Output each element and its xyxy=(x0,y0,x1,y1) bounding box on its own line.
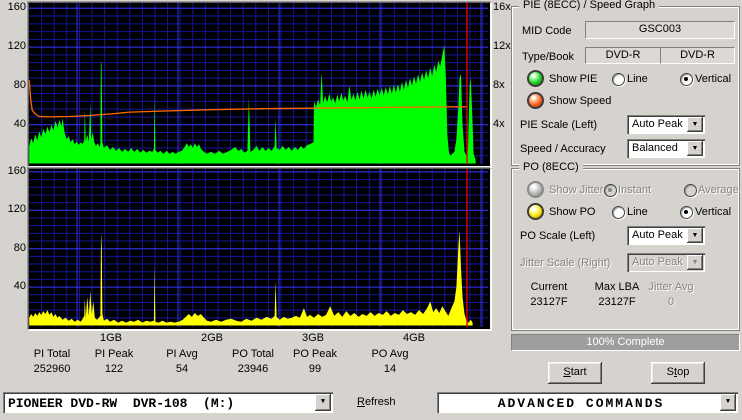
type-field: DVD-R xyxy=(585,47,661,64)
refresh-button[interactable]: Refresh xyxy=(357,396,396,408)
show-pie-led[interactable] xyxy=(527,70,544,87)
po-vertical-label[interactable]: Vertical xyxy=(695,206,731,218)
x-axis-tick: 1GB xyxy=(99,332,122,344)
pie-groupbox-title: PIE (8ECC) / Speed Graph xyxy=(519,0,660,11)
chevron-down-icon[interactable]: ▼ xyxy=(687,228,703,243)
show-jitter-label: Show Jitter xyxy=(549,184,604,196)
stat-po-avg: PO Avg 14 xyxy=(371,348,409,375)
po-line-radio[interactable] xyxy=(612,206,625,219)
show-pie-label: Show PIE xyxy=(549,73,598,85)
chevron-down-icon: ▼ xyxy=(687,255,703,270)
jitter-scale-label: Jitter Scale (Right) xyxy=(520,257,611,269)
pie-speed-graph xyxy=(28,3,488,164)
pie-vertical-radio[interactable] xyxy=(680,73,693,86)
jitter-instant-radio xyxy=(604,184,617,197)
show-jitter-led xyxy=(527,181,544,198)
jitter-avg-value: 0 xyxy=(667,296,675,308)
speed-accuracy-label: Speed / Accuracy xyxy=(520,143,606,155)
show-po-led[interactable] xyxy=(527,203,544,220)
current-label: Current xyxy=(530,281,568,293)
po-graph-panel xyxy=(28,168,491,330)
y-axis-tick: 40 xyxy=(13,280,26,292)
chevron-down-icon[interactable]: ▼ xyxy=(315,394,331,411)
stop-button[interactable]: Stop xyxy=(651,362,705,384)
progress-text: 100% Complete xyxy=(586,336,665,348)
book-field: DVD-R xyxy=(660,47,735,64)
y-axis-tick: 40 xyxy=(13,118,26,130)
show-po-label: Show PO xyxy=(549,206,596,218)
pie-scale-label: PIE Scale (Left) xyxy=(520,119,598,131)
x-axis-tick: 3GB xyxy=(301,332,324,344)
jitter-average-label: Average xyxy=(698,184,739,196)
chevron-down-icon[interactable]: ▼ xyxy=(687,141,703,156)
pie-line-radio[interactable] xyxy=(612,73,625,86)
pie-speed-graph-panel xyxy=(28,2,491,167)
po-line-label[interactable]: Line xyxy=(627,206,648,218)
speed-accuracy-select[interactable]: Balanced ▼ xyxy=(627,139,705,158)
y-axis-tick: 120 xyxy=(7,203,26,215)
advanced-commands-select[interactable]: ADVANCED COMMANDS ▼ xyxy=(437,392,738,413)
y-axis-tick: 160 xyxy=(7,1,26,13)
current-lba-column: Current 23127F xyxy=(516,281,582,308)
chevron-down-icon[interactable]: ▼ xyxy=(720,394,736,411)
pie-line-label[interactable]: Line xyxy=(627,73,648,85)
jitter-avg-label: Jitter Avg xyxy=(648,281,694,293)
disc-quality-scan-window: 160 120 80 40 160 120 80 40 16x 12x 8x 4… xyxy=(0,0,742,420)
speed-axis-tick: 12x xyxy=(493,40,511,52)
chevron-down-icon[interactable]: ▼ xyxy=(687,117,703,132)
po-vertical-radio[interactable] xyxy=(680,206,693,219)
pie-scale-select[interactable]: Auto Peak ▼ xyxy=(627,115,705,134)
y-axis-tick: 120 xyxy=(7,40,26,52)
pie-vertical-label[interactable]: Vertical xyxy=(695,73,731,85)
show-speed-led[interactable] xyxy=(527,92,544,109)
po-groupbox-title: PO (8ECC) xyxy=(519,161,583,173)
y-axis-tick: 160 xyxy=(7,165,26,177)
drive-select[interactable]: PIONEER DVD-RW DVR-108 (M:) ▼ xyxy=(3,392,333,413)
po-graph xyxy=(29,169,488,327)
po-groupbox: PO (8ECC) Show Jitter Instant Average Sh… xyxy=(511,161,740,331)
type-book-label: Type/Book xyxy=(522,51,574,63)
jitter-average-radio xyxy=(684,184,697,197)
stat-pi-peak: PI Peak 122 xyxy=(94,348,134,375)
x-axis-tick: 4GB xyxy=(402,332,425,344)
current-value: 23127F xyxy=(530,296,568,308)
stat-po-peak: PO Peak 99 xyxy=(292,348,338,375)
stat-pi-avg: PI Avg 54 xyxy=(166,348,198,375)
show-speed-label: Show Speed xyxy=(549,95,612,107)
mid-code-label: MID Code xyxy=(522,25,572,37)
progress-bar: 100% Complete xyxy=(511,334,740,351)
jitter-scale-select: Auto Peak ▼ xyxy=(627,253,705,272)
pie-speed-groupbox: PIE (8ECC) / Speed Graph MID Code GSC003… xyxy=(511,0,740,166)
y-axis-tick: 80 xyxy=(13,242,26,254)
speed-axis-tick: 4x xyxy=(493,118,505,130)
po-scale-select[interactable]: Auto Peak ▼ xyxy=(627,226,705,245)
start-button[interactable]: Start xyxy=(548,362,602,384)
jitter-instant-label: Instant xyxy=(618,184,652,196)
po-scale-label: PO Scale (Left) xyxy=(520,230,596,242)
speed-axis-tick: 16x xyxy=(493,1,511,13)
speed-axis-tick: 8x xyxy=(493,79,505,91)
x-axis-tick: 2GB xyxy=(200,332,223,344)
mid-code-field: GSC003 xyxy=(585,21,735,39)
y-axis-tick: 80 xyxy=(13,79,26,91)
jitter-avg-column: Jitter Avg 0 xyxy=(638,281,704,308)
